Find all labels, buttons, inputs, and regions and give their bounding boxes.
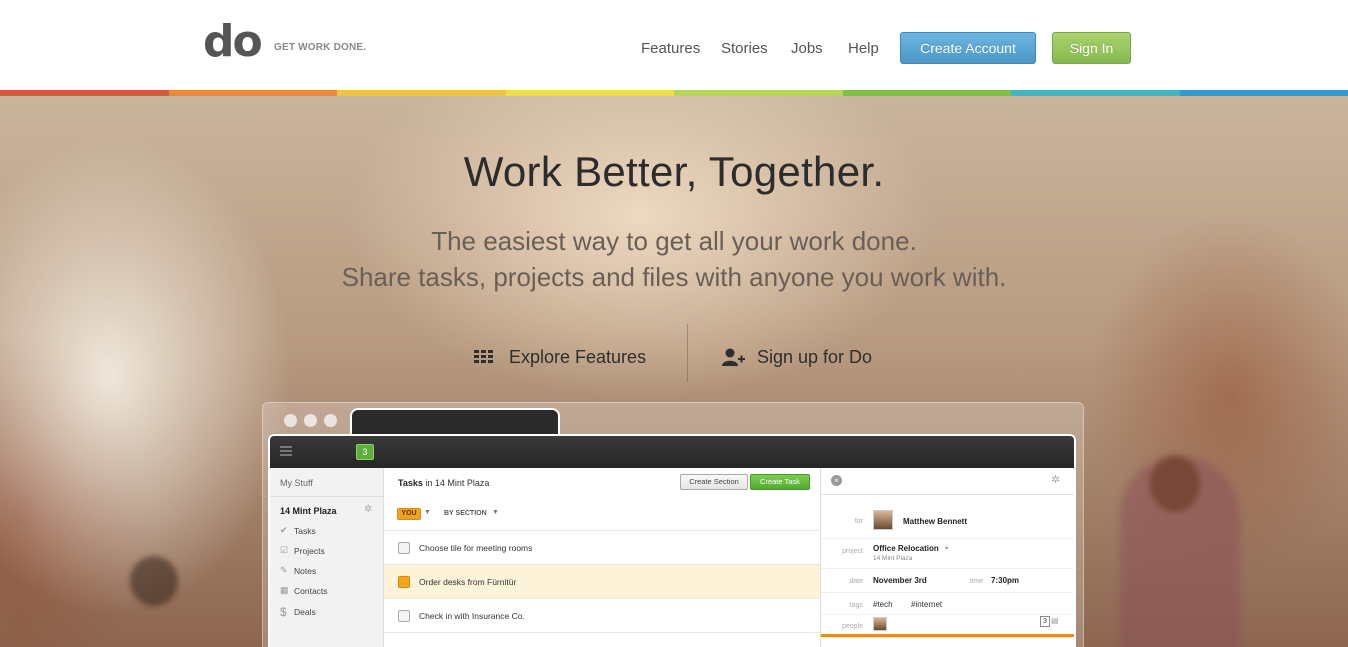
task-detail-panel: × ✲ for Matthew Bennett project Office R… <box>820 468 1074 647</box>
for-label: for <box>854 518 863 525</box>
chevron-down-icon[interactable]: ▼ <box>492 509 499 516</box>
grid-icon <box>474 350 493 363</box>
check-icon: ✔ <box>280 525 288 535</box>
task-checkbox[interactable] <box>398 541 410 554</box>
task-label: Check in with Insurance Co. <box>419 610 525 621</box>
tag[interactable]: #internet <box>911 600 942 609</box>
sidebar-item-label: Notes <box>294 565 317 576</box>
dollar-icon: $ <box>280 605 287 619</box>
nav-jobs[interactable]: Jobs <box>791 40 823 57</box>
hero-title: Work Better, Together. <box>463 148 885 195</box>
sidebar-item-deals[interactable]: $ Deals <box>280 605 316 619</box>
notification-badge[interactable]: 3 <box>356 444 374 460</box>
lock-icon: 🔒︎ <box>945 544 949 551</box>
sidebar-item-notes[interactable]: ✎ Notes <box>280 565 316 576</box>
sign-in-button[interactable]: Sign In <box>1052 32 1131 64</box>
project-label: project <box>841 548 863 555</box>
gear-icon[interactable]: ✲ <box>364 504 372 515</box>
app-sidebar: My Stuff 14 Mint Plaza ✲ ✔ Tasks ☑ Proje… <box>270 468 384 647</box>
divider <box>821 592 1074 593</box>
sidebar-item-label: Deals <box>294 607 316 617</box>
assignee-name[interactable]: Matthew Bennett <box>903 517 967 526</box>
document-icon[interactable]: ▤ <box>1051 616 1059 625</box>
people-label: people <box>841 623 863 630</box>
hero-subtitle: The easiest way to get all your work don… <box>431 226 917 256</box>
task-list-title: Tasks in 14 Mint Plaza <box>398 478 489 488</box>
divider <box>821 538 1074 539</box>
window-dot <box>324 414 337 427</box>
due-date[interactable]: November 3rd <box>873 576 927 585</box>
task-list-panel: Tasks in 14 Mint Plaza Create Section Cr… <box>384 468 820 647</box>
divider <box>384 632 820 633</box>
divider <box>821 614 1074 615</box>
chevron-down-icon[interactable]: ▼ <box>424 509 431 516</box>
hero-section: Work Better, Together. The easiest way t… <box>0 96 1348 647</box>
explore-features-link[interactable]: Explore Features <box>474 342 646 372</box>
app-preview-window: 3 My Stuff 14 Mint Plaza ✲ ✔ Tasks ☑ Pro… <box>262 402 1084 647</box>
checkbox-icon: ☑ <box>280 545 289 555</box>
nav-stories[interactable]: Stories <box>721 40 768 57</box>
contact-card-icon: ▦ <box>280 585 289 595</box>
divider <box>821 568 1074 569</box>
task-list-title-rest: in 14 Mint Plaza <box>422 478 490 488</box>
progress-accent <box>821 634 1074 637</box>
sidebar-item-contacts[interactable]: ▦ Contacts <box>280 585 328 596</box>
tag[interactable]: #tech <box>873 600 893 609</box>
filter-you-button[interactable]: YOU <box>397 508 421 520</box>
task-checkbox[interactable] <box>398 575 410 588</box>
tagline: GET WORK DONE. <box>274 42 367 53</box>
create-task-button[interactable]: Create Task <box>750 474 810 490</box>
sign-up-link[interactable]: Sign up for Do <box>721 342 872 372</box>
background-photo-blur <box>1150 456 1200 512</box>
sidebar-item-projects[interactable]: ☑ Projects <box>280 545 325 556</box>
sidebar-item-label: Contacts <box>294 585 328 596</box>
sidebar-title[interactable]: My Stuff <box>280 478 313 488</box>
task-checkbox[interactable] <box>398 609 410 622</box>
avatar[interactable] <box>873 510 893 530</box>
nav-help[interactable]: Help <box>848 40 879 57</box>
task-row-selected[interactable]: Order desks from Fürnitür <box>384 564 820 598</box>
create-account-button[interactable]: Create Account <box>900 32 1036 64</box>
sidebar-item-label: Tasks <box>294 525 316 536</box>
avatar[interactable] <box>873 617 887 631</box>
app-toolbar: 3 <box>270 436 1074 468</box>
time-label: time <box>969 578 983 585</box>
background-photo-blur <box>130 556 178 606</box>
window-dot <box>304 414 317 427</box>
due-time[interactable]: 7:30pm <box>991 576 1019 585</box>
nav-features[interactable]: Features <box>641 40 700 57</box>
sidebar-item-label: Projects <box>294 545 325 556</box>
people-count[interactable]: 3 <box>1040 616 1050 627</box>
divider <box>270 496 384 497</box>
task-row[interactable]: Choose tile for meeting rooms <box>384 530 820 564</box>
add-user-icon <box>722 348 745 366</box>
do-logo[interactable]: do <box>203 20 263 64</box>
gear-icon[interactable]: ✲ <box>1051 473 1060 486</box>
task-label: Choose tile for meeting rooms <box>419 542 533 553</box>
date-label: date <box>849 578 863 585</box>
sign-up-label: Sign up for Do <box>757 346 873 367</box>
divider <box>821 494 1074 495</box>
explore-features-label: Explore Features <box>509 346 647 367</box>
hero-subtitle: Share tasks, projects and files with any… <box>341 262 1007 292</box>
task-row[interactable]: Check in with Insurance Co. <box>384 598 820 632</box>
tags-label: tags <box>849 602 863 609</box>
pencil-icon: ✎ <box>280 565 288 575</box>
close-icon[interactable]: × <box>831 475 842 486</box>
app-screen: 3 My Stuff 14 Mint Plaza ✲ ✔ Tasks ☑ Pro… <box>268 434 1076 647</box>
window-dot <box>284 414 297 427</box>
project-name[interactable]: Office Relocation <box>873 544 939 553</box>
create-section-button[interactable]: Create Section <box>680 474 748 490</box>
filter-by-section[interactable]: BY SECTION <box>444 510 487 517</box>
site-header: do GET WORK DONE. Features Stories Jobs … <box>0 0 1348 90</box>
project-subtitle: 14 Mint Plaza <box>873 555 913 562</box>
cta-divider <box>687 324 688 382</box>
sidebar-project[interactable]: 14 Mint Plaza <box>280 506 337 516</box>
task-list-title-bold: Tasks <box>398 478 423 488</box>
sidebar-item-tasks[interactable]: ✔ Tasks <box>280 525 316 536</box>
task-label: Order desks from Fürnitür <box>419 576 517 587</box>
menu-icon[interactable] <box>280 446 292 456</box>
